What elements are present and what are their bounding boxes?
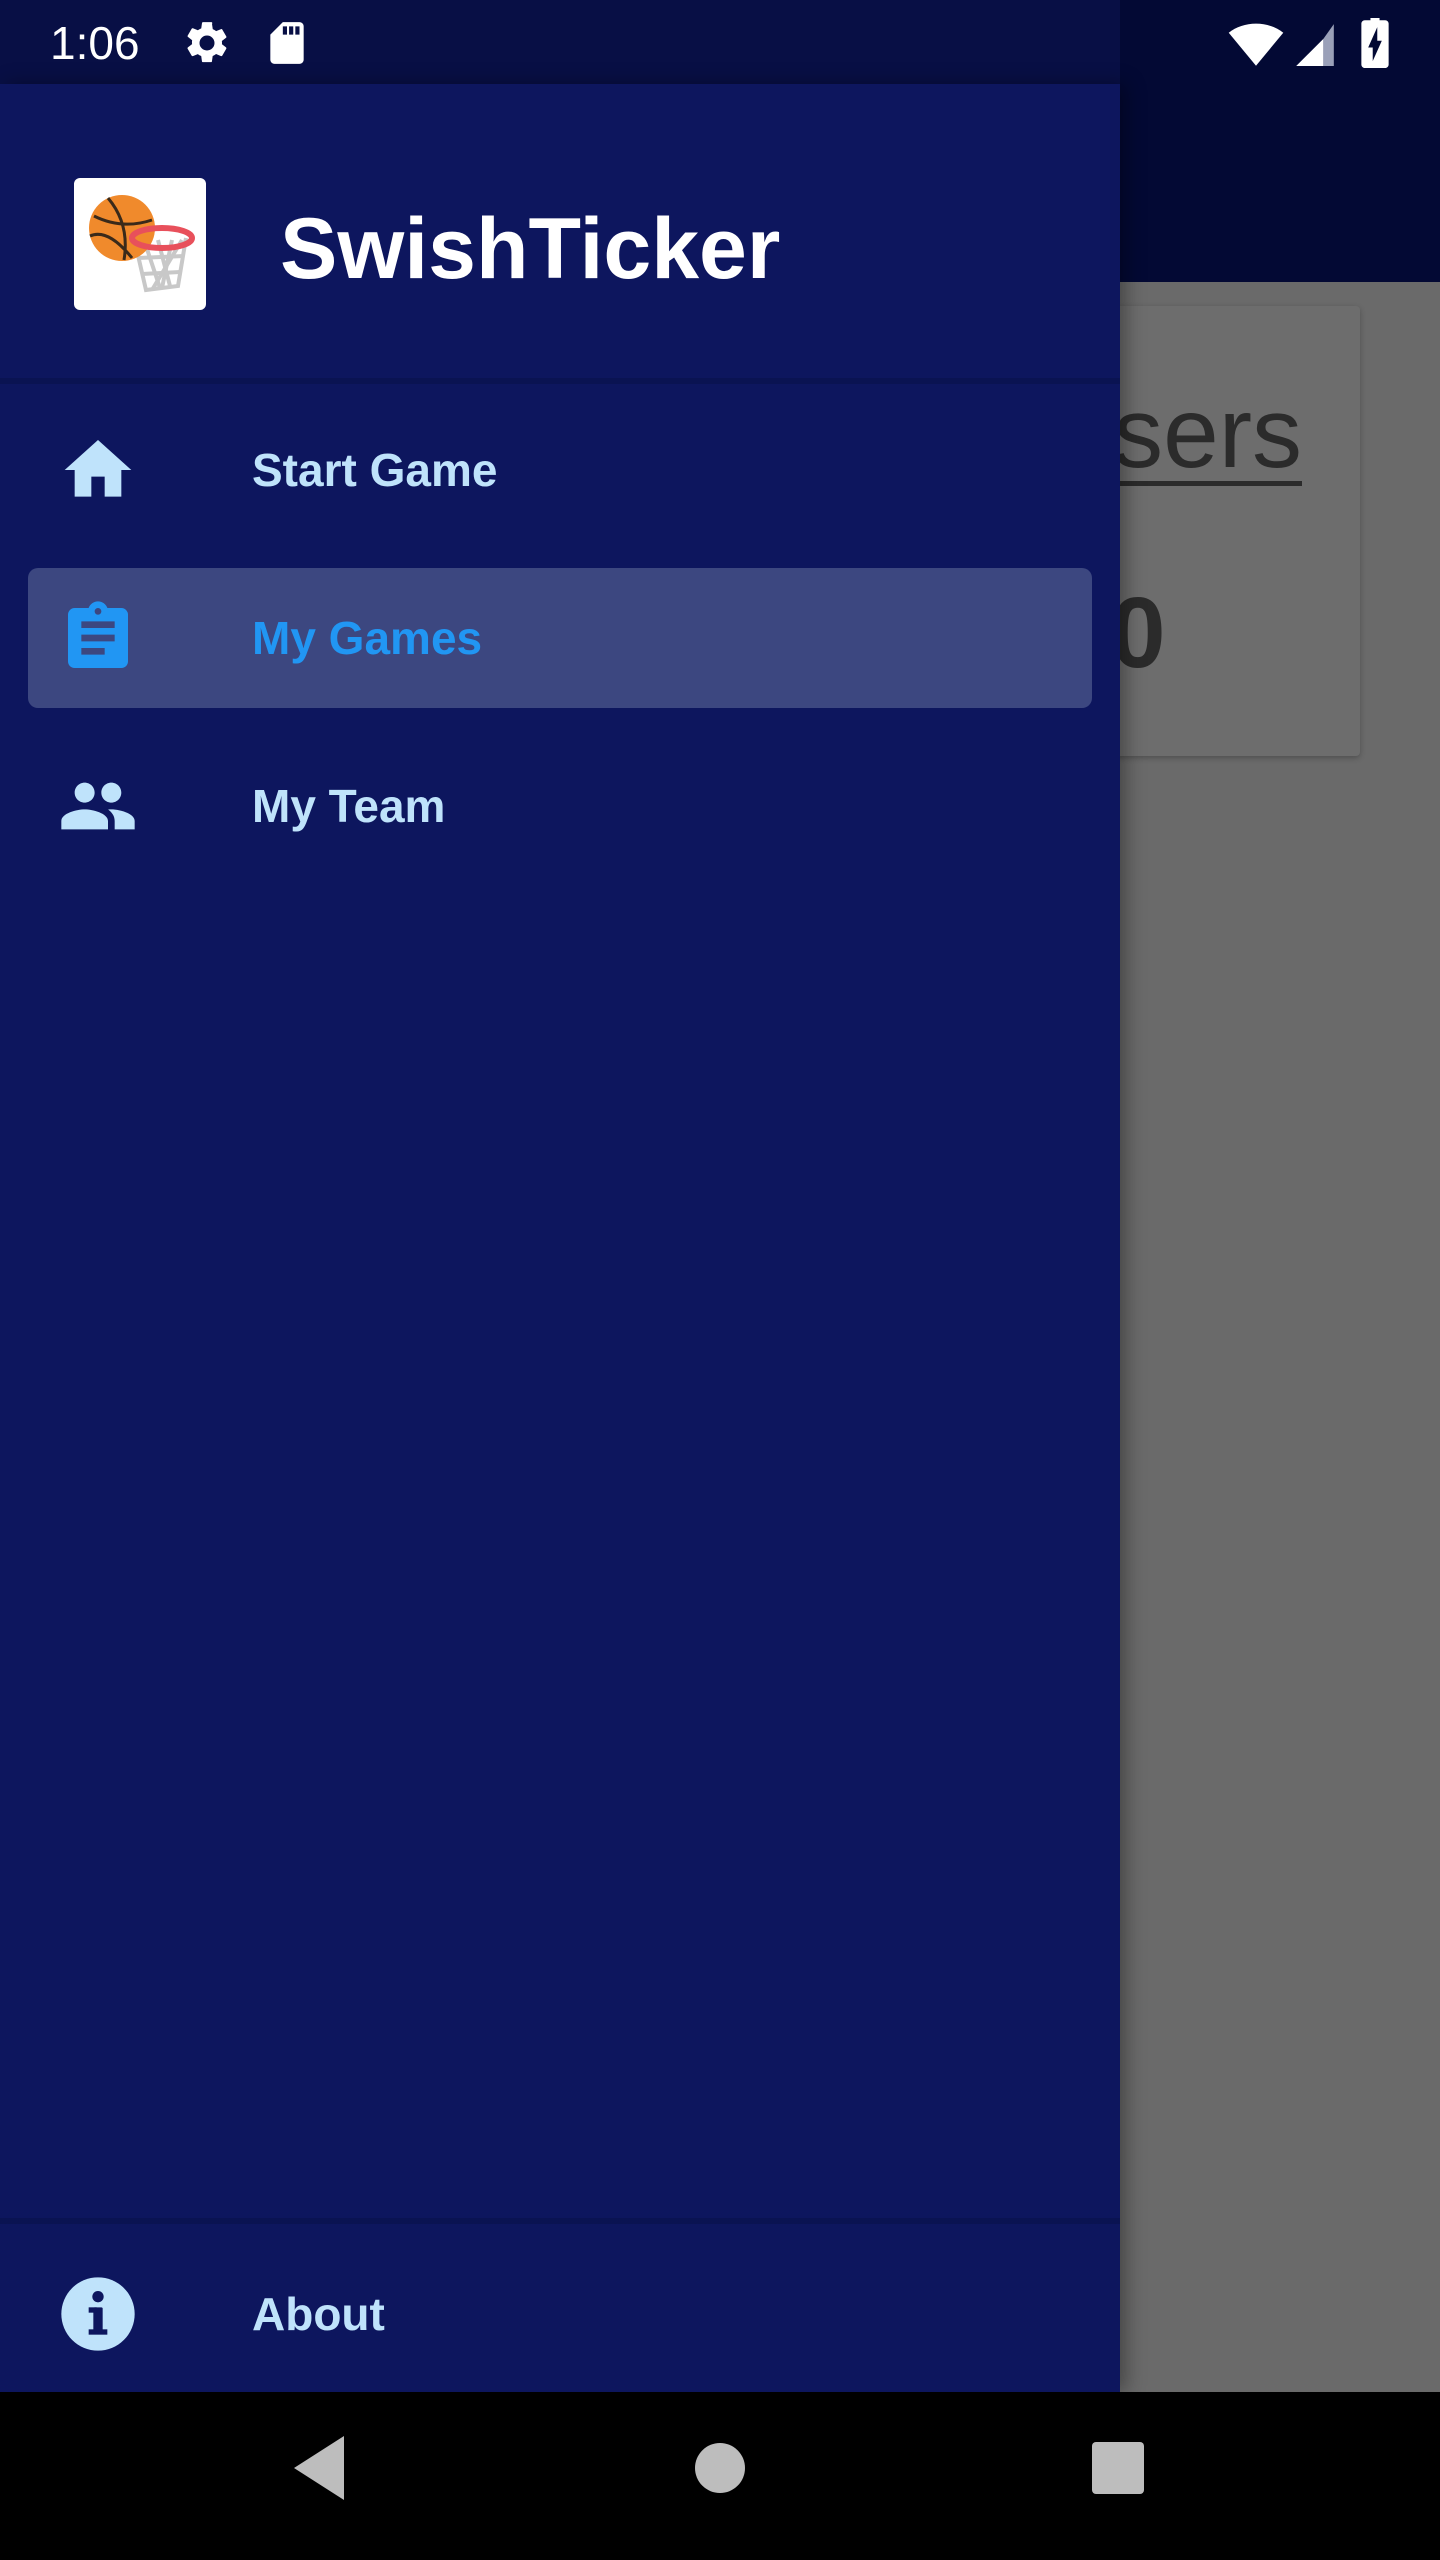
drawer-divider bbox=[0, 2218, 1120, 2224]
sd-card-icon bbox=[270, 22, 304, 64]
status-time: 1:06 bbox=[50, 17, 140, 69]
nav-item-label: My Team bbox=[252, 780, 446, 832]
status-bar: 1:06 bbox=[0, 0, 1440, 84]
clipboard-icon bbox=[68, 601, 128, 668]
info-icon bbox=[61, 2277, 135, 2351]
nav-item-label: My Games bbox=[252, 612, 483, 664]
battery-charging-icon bbox=[1361, 18, 1389, 68]
settings-icon bbox=[187, 22, 227, 63]
app-name: SwishTicker bbox=[280, 201, 781, 297]
nav-item-label: Start Game bbox=[252, 444, 498, 496]
recents-icon[interactable] bbox=[1090, 2432, 1146, 2504]
nav-item-my-games[interactable]: My Games bbox=[28, 568, 1092, 708]
nav-item-about[interactable]: About bbox=[28, 2244, 1092, 2384]
nav-item-start-game[interactable]: Start Game bbox=[28, 400, 1092, 540]
navigation-drawer: SwishTicker Start Game My Games My Team … bbox=[0, 84, 1120, 2392]
app-logo bbox=[74, 178, 206, 310]
basketball-hoop-icon bbox=[89, 195, 195, 293]
home-button-icon[interactable] bbox=[694, 2432, 746, 2504]
stat-card-title: sers bbox=[1113, 377, 1302, 489]
home-icon bbox=[64, 440, 132, 497]
wifi-icon bbox=[1228, 23, 1284, 66]
back-icon[interactable] bbox=[290, 2432, 346, 2504]
nav-item-label: About bbox=[252, 2288, 385, 2340]
people-icon bbox=[61, 782, 135, 830]
drawer-header: SwishTicker bbox=[0, 84, 1120, 384]
signal-icon bbox=[1296, 24, 1334, 67]
nav-item-my-team[interactable]: My Team bbox=[28, 736, 1092, 876]
system-nav-bar bbox=[0, 2392, 1440, 2560]
